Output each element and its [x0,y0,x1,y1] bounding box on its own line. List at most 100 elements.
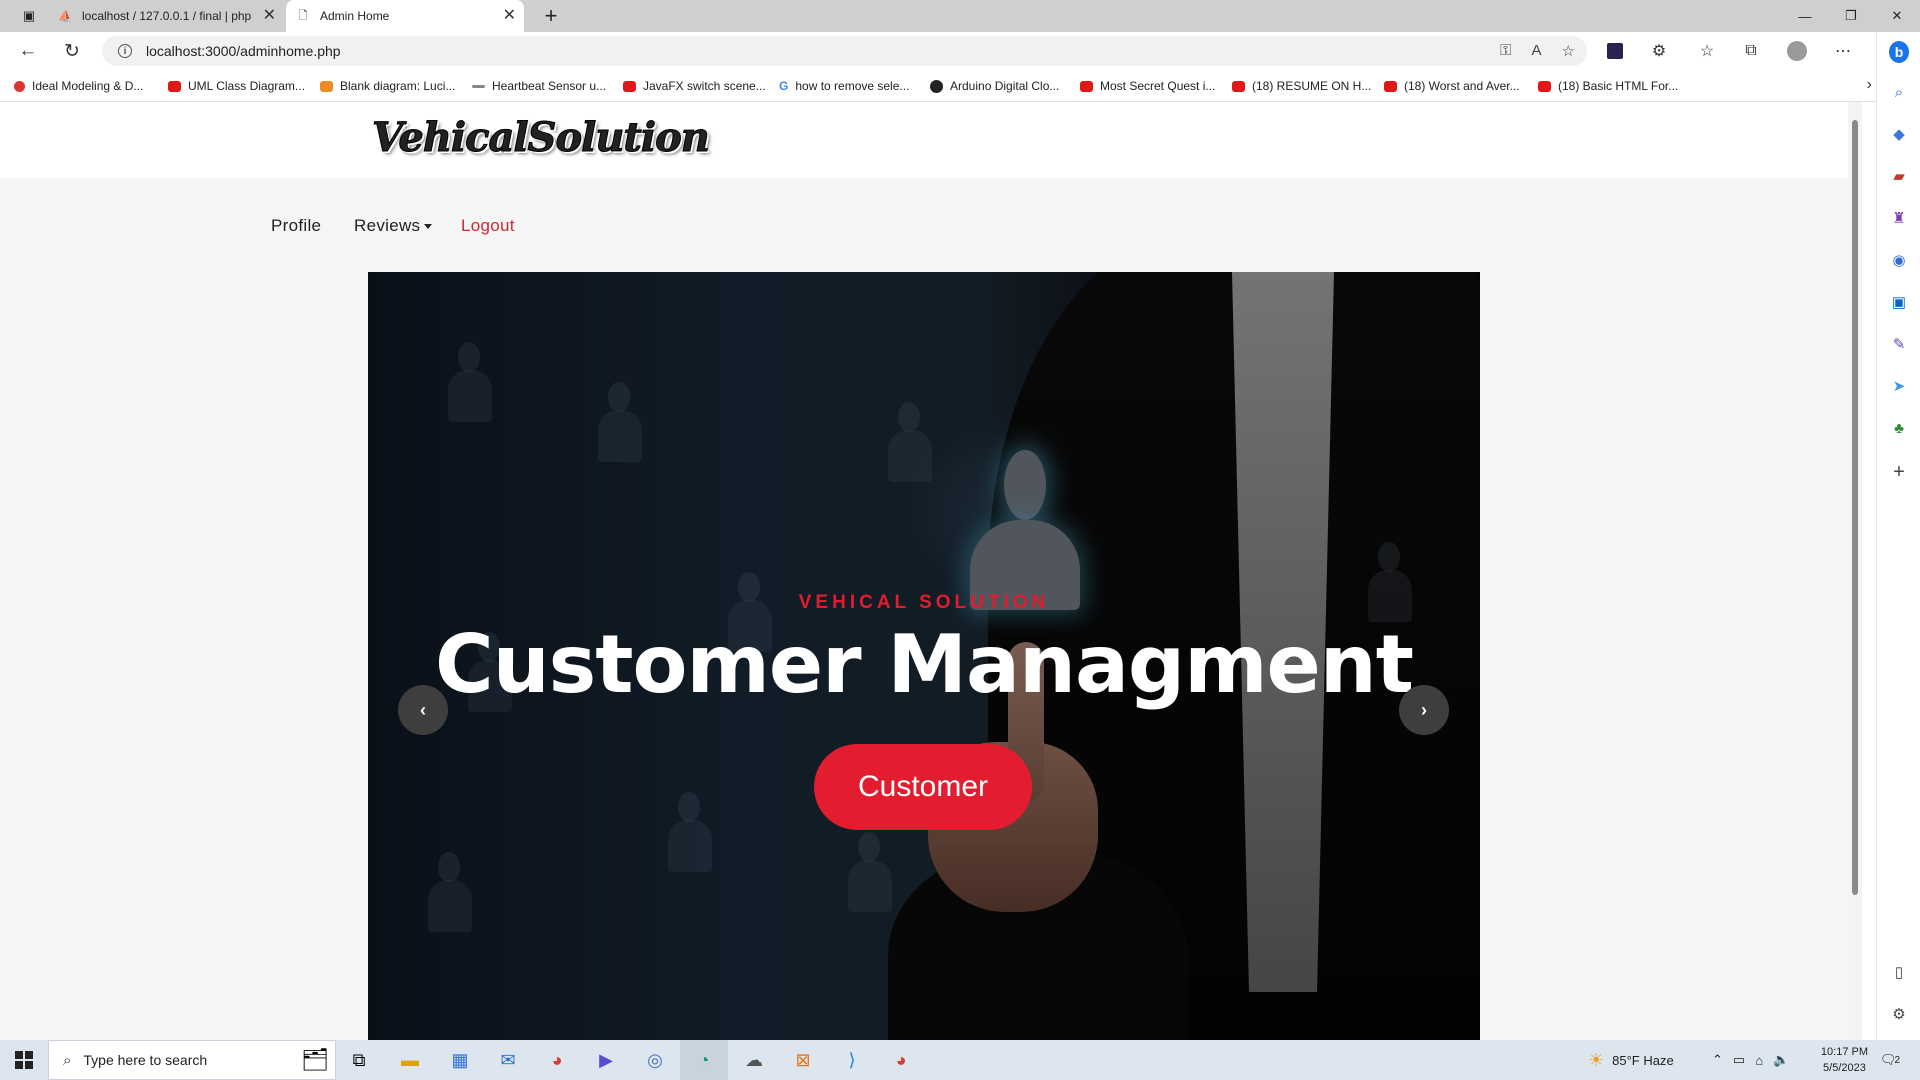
tab-title: Admin Home [320,9,390,23]
task-view-icon[interactable]: ⧉ [345,1046,373,1074]
bookmark-item[interactable]: Heartbeat Sensor u... [472,78,606,94]
more-menu-icon[interactable]: ⋯ [1832,40,1854,62]
bing-chat-icon[interactable]: b [1889,41,1909,63]
hide-sidebar-icon[interactable]: ▯ [1889,962,1909,982]
extension-dark-icon[interactable] [1604,40,1626,62]
youtube-icon [1080,80,1093,92]
bookmark-item[interactable]: Ghow to remove sele... [779,78,909,94]
bookmark-item[interactable]: Most Secret Quest i... [1080,78,1215,94]
page-scrollbar-thumb[interactable] [1852,120,1858,895]
read-aloud-icon[interactable]: A [1532,42,1542,60]
bookmark-label: Ideal Modeling & D... [32,79,144,93]
refresh-icon[interactable]: ↻ [58,37,86,65]
chevron-right-icon: › [1421,699,1427,720]
tab-title: localhost / 127.0.0.1 / final | php [82,9,252,23]
games-icon[interactable]: ♜ [1889,208,1909,228]
web-page: VehicalSolution Profile Reviews Logout V… [0,102,1848,1040]
bookmarks-overflow-chevron-icon[interactable]: › [1867,76,1872,94]
url-text[interactable]: localhost:3000/adminhome.php [146,43,341,59]
back-icon[interactable]: ← [14,37,42,65]
bookmark-label: (18) Worst and Aver... [1404,79,1520,93]
bing-icon[interactable]: ▶ [592,1046,620,1074]
bookmark-favicon-icon [14,80,25,92]
address-bar[interactable]: i localhost:3000/adminhome.php ⚿ A ☆ [102,36,1587,66]
clock[interactable]: 10:17 PM 5/5/2023 [1821,1044,1868,1076]
volume-icon[interactable]: 🔈 [1773,1052,1789,1068]
haze-icon: ☀ [1588,1049,1605,1070]
tab-phpmyadmin[interactable]: ⛵ localhost / 127.0.0.1 / final | php ✕ [48,0,284,32]
collections-icon[interactable]: ⧉ [1740,40,1762,62]
youtube-icon [1232,80,1245,92]
start-button[interactable] [0,1040,48,1080]
hero-title: Customer Managment [434,618,1414,711]
show-hidden-icons-chevron-icon[interactable]: ⌃ [1712,1052,1723,1068]
tab-actions-icon[interactable]: ▣ [6,0,52,32]
new-tab-icon[interactable]: + [528,0,574,32]
shopping-tag-icon[interactable]: ◆ [1889,124,1909,144]
edge-sidebar: b ⌕ ◆ ▰ ♜ ◉ ▣ ✎ ➤ ♣ + ▯ ⚙ [1876,32,1920,1040]
bookmark-item[interactable]: JavaFX switch scene... [623,78,766,94]
tools-icon[interactable]: ▰ [1889,166,1909,186]
xampp-icon[interactable]: ⊠ [789,1046,817,1074]
bookmark-item[interactable]: Ideal Modeling & D... [14,78,143,94]
taskbar-search-box[interactable]: ⌕ Type here to search 🗂 [48,1040,336,1080]
bookmark-label: (18) Basic HTML For... [1558,79,1679,93]
bookmark-item[interactable]: (18) RESUME ON H... [1232,78,1371,94]
bookmark-item[interactable]: (18) Worst and Aver... [1384,78,1520,94]
bookmark-label: UML Class Diagram... [188,79,305,93]
file-explorer-icon[interactable]: ▬ [396,1046,424,1074]
nav-profile-link[interactable]: Profile [271,216,321,236]
carousel-next-button[interactable]: › [1399,685,1449,735]
bookmark-item[interactable]: UML Class Diagram... [168,78,305,94]
site-info-icon[interactable]: i [118,44,132,58]
bookmarks-bar: Ideal Modeling & D... UML Class Diagram.… [0,70,1880,102]
site-logo[interactable]: VehicalSolution [372,114,711,162]
bookmark-label: Blank diagram: Luci... [340,79,456,93]
minimize-icon[interactable]: — [1782,0,1828,32]
extensions-icon[interactable]: ⚙ [1648,40,1670,62]
network-icon[interactable]: ⌂ [1755,1053,1763,1068]
close-tab-icon[interactable]: ✕ [503,8,516,24]
qbittorrent-icon[interactable]: ◎ [641,1046,669,1074]
key-icon[interactable]: ⚿ [1500,42,1511,60]
weather-widget[interactable]: ☀ 85°F Haze [1588,1040,1674,1080]
edge-icon[interactable]: ◔ [690,1046,718,1074]
nav-logout-link[interactable]: Logout [461,216,515,236]
notification-center-button[interactable]: 🗨 2 [1880,1040,1900,1080]
bookmark-label: Heartbeat Sensor u... [492,79,607,93]
profile-avatar-icon[interactable] [1786,40,1808,62]
bookmark-item[interactable]: (18) Basic HTML For... [1538,78,1678,94]
bookmark-label: Arduino Digital Clo... [950,79,1060,93]
google-icon: G [779,79,789,93]
meet-now-icon[interactable]: ▭ [1733,1052,1745,1068]
notification-count: 2 [1894,1054,1901,1066]
bookmark-item[interactable]: Blank diagram: Luci... [320,78,455,94]
chrome-icon[interactable]: ◕ [543,1046,571,1074]
send-icon[interactable]: ➤ [1889,376,1909,396]
restore-icon[interactable]: ❐ [1828,0,1874,32]
customer-button[interactable]: Customer [814,744,1032,830]
designer-icon[interactable]: ✎ [1889,334,1909,354]
tree-icon[interactable]: ♣ [1889,418,1909,438]
vscode-icon[interactable]: ⟩ [838,1046,866,1074]
outlook-icon[interactable]: ▣ [1889,292,1909,312]
taskbar-search-placeholder: Type here to search [83,1052,208,1068]
mail-icon[interactable]: ✉ [494,1046,522,1074]
window-close-icon[interactable]: ✕ [1874,0,1920,32]
microsoft-store-icon[interactable]: ▦ [446,1046,474,1074]
sidebar-settings-icon[interactable]: ⚙ [1889,1004,1909,1024]
youtube-icon [1384,80,1397,92]
carousel-prev-button[interactable]: ‹ [398,685,448,735]
nav-reviews-label: Reviews [354,216,421,235]
favorite-star-icon[interactable]: ☆ [1562,42,1575,60]
favorites-icon[interactable]: ☆ [1696,40,1718,62]
chrome-profile-icon[interactable]: ◕ [887,1046,915,1074]
bookmark-item[interactable]: Arduino Digital Clo... [930,78,1059,94]
microsoft-365-icon[interactable]: ◉ [1889,250,1909,270]
tab-admin-home[interactable]: 🗋 Admin Home ✕ [286,0,524,32]
search-icon[interactable]: ⌕ [1889,82,1909,102]
close-tab-icon[interactable]: ✕ [263,8,276,24]
app-icon[interactable]: ☁ [740,1046,768,1074]
add-sidebar-app-icon[interactable]: + [1889,461,1909,483]
nav-reviews-dropdown[interactable]: Reviews [354,216,433,236]
